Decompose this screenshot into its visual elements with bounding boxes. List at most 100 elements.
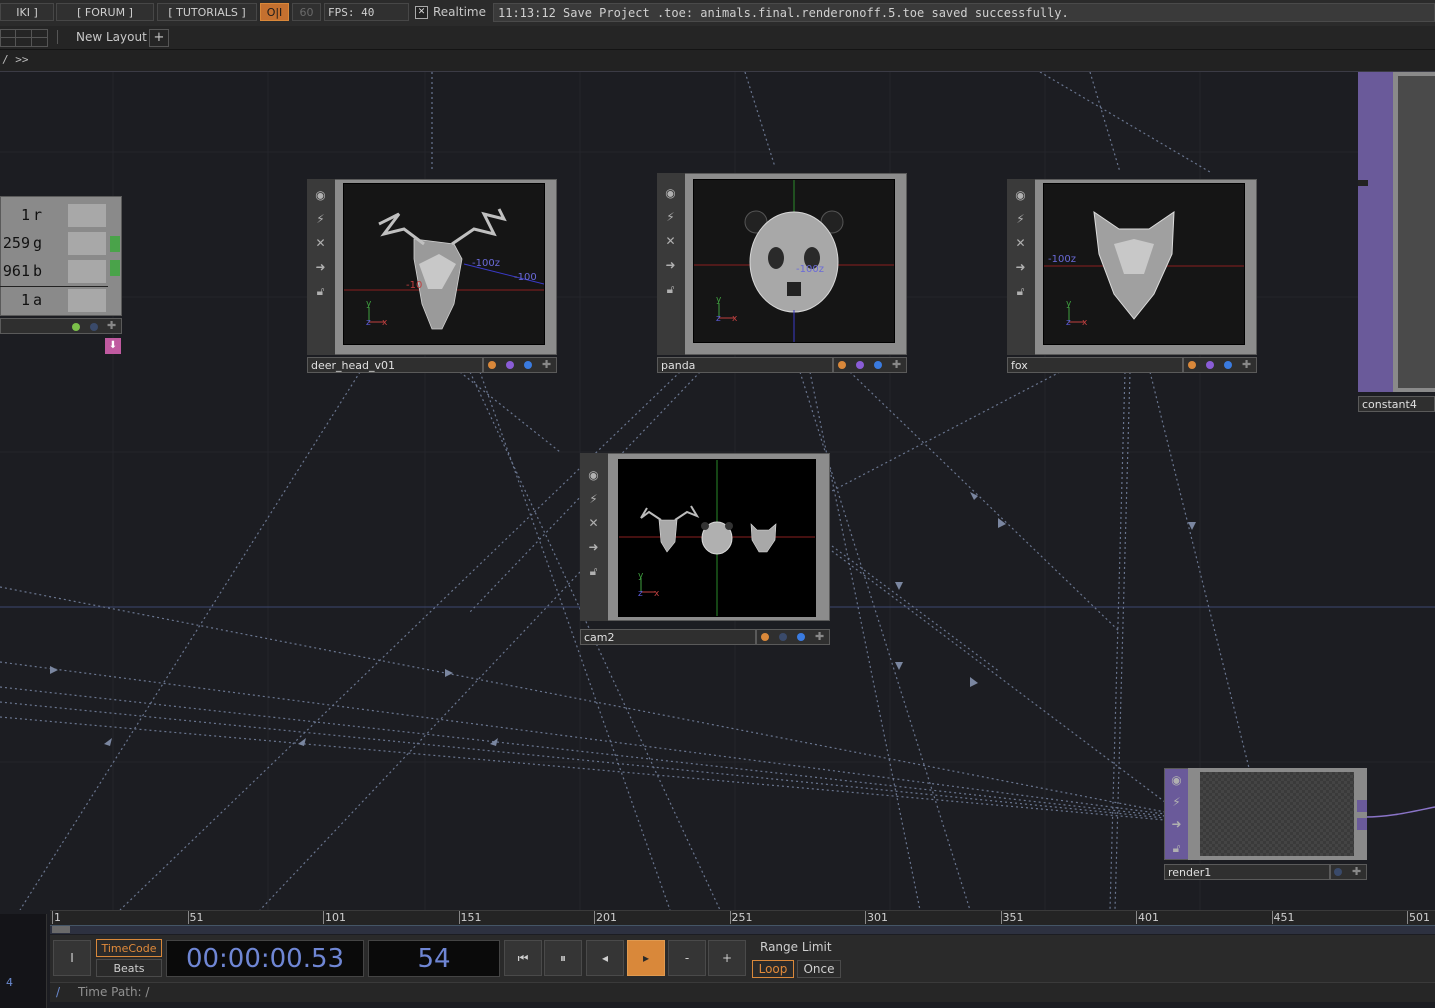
timecode-toggle[interactable]: TimeCode — [96, 939, 162, 957]
close-icon[interactable]: ✕ — [312, 235, 329, 252]
flag-dot[interactable] — [1334, 868, 1342, 876]
network-editor[interactable]: 1 r 259 g 961 b 1 a ✚ ⬇ ◉ ⚡ ✕ ➜ 🔓︎ -100z… — [0, 72, 1435, 910]
close-icon[interactable]: ✕ — [662, 233, 679, 250]
pin-icon[interactable]: ✚ — [1352, 865, 1361, 878]
channels-node[interactable]: 1 r 259 g 961 b 1 a ✚ ⬇ — [0, 196, 122, 360]
step-back-icon[interactable]: ◂ — [586, 940, 624, 976]
lock-icon[interactable]: 🔓︎ — [585, 563, 602, 580]
channel-name: b — [33, 262, 43, 280]
time-path-root[interactable]: / — [56, 983, 60, 1001]
time-path-label[interactable]: Time Path: / — [78, 983, 149, 1001]
download-icon[interactable]: ⬇ — [105, 338, 121, 354]
perform-toggle[interactable]: O|I — [260, 3, 289, 21]
timeline-handle[interactable] — [52, 926, 70, 933]
play-icon[interactable]: ▸ — [627, 940, 665, 976]
flag-dot[interactable] — [1206, 361, 1214, 369]
flag-dot[interactable] — [524, 361, 532, 369]
flag-dot[interactable] — [779, 633, 787, 641]
plus-button[interactable]: + — [708, 940, 746, 976]
pane-split-icon[interactable] — [0, 29, 48, 47]
bypass-icon[interactable]: ⚡ — [1168, 794, 1185, 811]
network-path[interactable]: / >> — [2, 53, 29, 66]
node-name-label[interactable]: render1 — [1164, 864, 1330, 880]
beats-toggle[interactable]: Beats — [96, 959, 162, 977]
render-viewer[interactable] — [1200, 772, 1354, 856]
bypass-icon[interactable]: ⚡ — [662, 209, 679, 226]
axis-label: -100z — [796, 264, 824, 275]
flag-dot[interactable] — [874, 361, 882, 369]
new-layout-tab[interactable]: New Layout — [76, 30, 147, 44]
flag-dot[interactable] — [488, 361, 496, 369]
pin-icon[interactable]: ✚ — [542, 358, 551, 371]
flag-dot[interactable] — [90, 323, 98, 331]
panda-node[interactable]: ◉ ⚡ ✕ ➜ 🔓︎ -100z y z x panda ✚ — [657, 165, 907, 376]
tutorials-button[interactable]: [ TUTORIALS ] — [157, 3, 257, 21]
viewer-icon[interactable]: ◉ — [1012, 187, 1029, 204]
time-display[interactable]: 00:00:00.53 — [166, 940, 364, 977]
close-icon[interactable]: ✕ — [1012, 235, 1029, 252]
pin-icon[interactable]: ✚ — [1242, 358, 1251, 371]
flag-dot[interactable] — [838, 361, 846, 369]
lock-icon[interactable]: 🔓︎ — [312, 283, 329, 300]
pin-icon[interactable]: ✚ — [815, 630, 824, 643]
deer-viewer[interactable]: -100z -100 -10 y z x — [343, 183, 545, 345]
node-name-label[interactable]: fox — [1007, 357, 1183, 373]
panda-viewer[interactable]: -100z y z x — [693, 179, 895, 343]
loop-toggle[interactable]: Loop — [752, 960, 794, 978]
node-name-label[interactable]: cam2 — [580, 629, 756, 645]
lock-icon[interactable]: 🔓︎ — [662, 281, 679, 298]
bypass-icon[interactable]: ⚡ — [312, 211, 329, 228]
pin-icon[interactable]: ✚ — [107, 319, 116, 332]
arrow-right-icon[interactable]: ➜ — [585, 539, 602, 556]
channels-label-bar[interactable] — [0, 318, 122, 334]
pin-icon[interactable]: ✚ — [892, 358, 901, 371]
timeline-tick: 251 — [729, 911, 753, 924]
bypass-icon[interactable]: ⚡ — [1012, 211, 1029, 228]
fps-cap[interactable]: 60 — [292, 3, 321, 21]
viewer-icon[interactable]: ◉ — [312, 187, 329, 204]
arrow-right-icon[interactable]: ➜ — [1168, 816, 1185, 833]
cam2-node[interactable]: ◉ ⚡ ✕ ➜ 🔓︎ y z x cam2 ✚ — [580, 445, 830, 650]
flag-dot[interactable] — [856, 361, 864, 369]
flag-dot[interactable] — [72, 323, 80, 331]
once-toggle[interactable]: Once — [797, 960, 841, 978]
node-name-label[interactable]: deer_head_v01 — [307, 357, 483, 373]
arrow-right-icon[interactable]: ➜ — [662, 257, 679, 274]
skip-start-icon[interactable]: ⏮ — [504, 940, 542, 976]
lock-icon[interactable]: 🔓︎ — [1012, 283, 1029, 300]
bypass-icon[interactable]: ⚡ — [585, 491, 602, 508]
timeline-ruler[interactable]: 1 51 101 151 201 251 301 351 401 451 501 — [50, 910, 1435, 925]
cam-viewer[interactable]: y z x — [618, 459, 816, 617]
constant4-node[interactable]: constant4 — [1358, 72, 1435, 414]
forum-button[interactable]: [ FORUM ] — [56, 3, 154, 21]
timeline-track[interactable] — [50, 925, 1435, 934]
realtime-checkbox[interactable]: ✕ — [415, 6, 428, 19]
fox-viewer[interactable]: -100z y z x — [1043, 183, 1245, 345]
flag-dot[interactable] — [506, 361, 514, 369]
flag-dot[interactable] — [1188, 361, 1196, 369]
flag-dot[interactable] — [761, 633, 769, 641]
arrow-right-icon[interactable]: ➜ — [312, 259, 329, 276]
flag-dot[interactable] — [797, 633, 805, 641]
time-path-bar: / Time Path: / — [50, 982, 1435, 1002]
axis-label: -10 — [406, 280, 422, 291]
viewer-icon[interactable]: ◉ — [1168, 772, 1185, 789]
minus-button[interactable]: - — [668, 940, 706, 976]
i-button[interactable]: I — [53, 940, 91, 976]
node-name-label[interactable]: panda — [657, 357, 833, 373]
pause-icon[interactable]: ⏸ — [544, 940, 582, 976]
deer-head-node[interactable]: ◉ ⚡ ✕ ➜ 🔓︎ -100z -100 -10 y z x deer_hea… — [307, 171, 557, 376]
add-layout-button[interactable]: + — [149, 29, 169, 47]
viewer-icon[interactable]: ◉ — [585, 467, 602, 484]
lock-icon[interactable]: 🔓︎ — [1168, 840, 1185, 857]
viewer-icon[interactable]: ◉ — [662, 185, 679, 202]
frame-display[interactable]: 54 — [368, 940, 500, 977]
flag-dot[interactable] — [1224, 361, 1232, 369]
close-icon[interactable]: ✕ — [585, 515, 602, 532]
render1-node[interactable]: ◉ ⚡ ➜ 🔓︎ render1 ✚ — [1164, 768, 1367, 880]
layout-bar: New Layout + — [0, 26, 1435, 50]
fox-node[interactable]: ◉ ⚡ ✕ ➜ 🔓︎ -100z y z x fox ✚ — [1007, 171, 1257, 376]
node-name-label[interactable]: constant4 — [1358, 396, 1435, 412]
wiki-button[interactable]: IKI ] — [0, 3, 54, 21]
arrow-right-icon[interactable]: ➜ — [1012, 259, 1029, 276]
